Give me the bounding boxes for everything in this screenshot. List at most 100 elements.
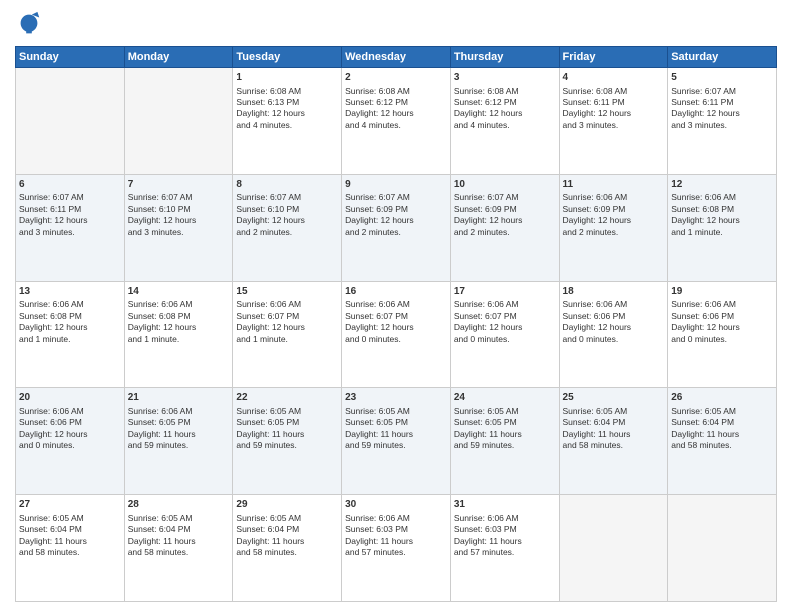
day-number: 15 — [236, 285, 338, 299]
day-info-line: Sunset: 6:07 PM — [345, 311, 447, 322]
day-info-line: Daylight: 12 hours — [671, 108, 773, 119]
day-info-line: Daylight: 12 hours — [454, 108, 556, 119]
day-number: 17 — [454, 285, 556, 299]
calendar-day-cell: 11Sunrise: 6:06 AMSunset: 6:09 PMDayligh… — [559, 174, 668, 281]
day-info-line: Sunrise: 6:06 AM — [671, 192, 773, 203]
day-info-line: Sunset: 6:07 PM — [236, 311, 338, 322]
calendar-day-cell: 21Sunrise: 6:06 AMSunset: 6:05 PMDayligh… — [124, 388, 233, 495]
day-info-line: Daylight: 12 hours — [19, 322, 121, 333]
day-info-line: and 58 minutes. — [236, 547, 338, 558]
day-info-line: and 0 minutes. — [671, 334, 773, 345]
page-header — [15, 10, 777, 38]
day-number: 1 — [236, 71, 338, 85]
day-info-line: and 1 minute. — [236, 334, 338, 345]
day-info-line: Sunrise: 6:05 AM — [454, 406, 556, 417]
day-info-line: Sunrise: 6:06 AM — [128, 406, 230, 417]
day-info-line: Sunrise: 6:06 AM — [563, 192, 665, 203]
calendar-day-cell: 23Sunrise: 6:05 AMSunset: 6:05 PMDayligh… — [342, 388, 451, 495]
calendar-day-cell: 22Sunrise: 6:05 AMSunset: 6:05 PMDayligh… — [233, 388, 342, 495]
day-info-line: and 0 minutes. — [563, 334, 665, 345]
day-info-line: and 58 minutes. — [19, 547, 121, 558]
day-info-line: Sunrise: 6:06 AM — [128, 299, 230, 310]
day-info-line: Daylight: 11 hours — [19, 536, 121, 547]
day-info-line: Sunset: 6:08 PM — [19, 311, 121, 322]
calendar-header-cell: Wednesday — [342, 47, 451, 68]
calendar-day-cell: 4Sunrise: 6:08 AMSunset: 6:11 PMDaylight… — [559, 68, 668, 175]
day-info-line: Sunset: 6:10 PM — [128, 204, 230, 215]
calendar-day-cell: 5Sunrise: 6:07 AMSunset: 6:11 PMDaylight… — [668, 68, 777, 175]
day-info-line: Daylight: 12 hours — [236, 215, 338, 226]
day-info-line: and 0 minutes. — [345, 334, 447, 345]
day-info-line: Sunrise: 6:06 AM — [345, 299, 447, 310]
day-info-line: Sunrise: 6:07 AM — [236, 192, 338, 203]
calendar-day-cell: 7Sunrise: 6:07 AMSunset: 6:10 PMDaylight… — [124, 174, 233, 281]
day-info-line: Daylight: 12 hours — [671, 215, 773, 226]
day-info-line: Sunrise: 6:05 AM — [345, 406, 447, 417]
day-info-line: Sunrise: 6:06 AM — [454, 299, 556, 310]
day-info-line: Daylight: 12 hours — [236, 322, 338, 333]
calendar-day-cell: 27Sunrise: 6:05 AMSunset: 6:04 PMDayligh… — [16, 495, 125, 602]
calendar-day-cell: 18Sunrise: 6:06 AMSunset: 6:06 PMDayligh… — [559, 281, 668, 388]
day-info-line: Sunrise: 6:06 AM — [19, 406, 121, 417]
calendar-week-row: 6 Sunrise: 6:07 AM Sunset: 6:11 PM Daylight… — [16, 174, 777, 281]
calendar-header-cell: Sunday — [16, 47, 125, 68]
calendar-week-row: 27Sunrise: 6:05 AMSunset: 6:04 PMDayligh… — [16, 495, 777, 602]
day-info-line: Daylight: 12 hours — [563, 215, 665, 226]
day-number: 27 — [19, 498, 121, 512]
day-number: 21 — [128, 391, 230, 405]
day-info-line: Daylight: 12 hours — [236, 108, 338, 119]
calendar-day-cell — [668, 495, 777, 602]
day-info-line: Daylight: 11 hours — [128, 429, 230, 440]
day-info-line: Sunset: 6:06 PM — [19, 417, 121, 428]
day-info-line: and 2 minutes. — [345, 227, 447, 238]
day-info-line: and 4 minutes. — [236, 120, 338, 131]
day-info-line: and 3 minutes. — [671, 120, 773, 131]
day-info-line: Daylight: 11 hours — [454, 429, 556, 440]
day-info-line: and 4 minutes. — [345, 120, 447, 131]
day-number: 18 — [563, 285, 665, 299]
day-info-line: Sunrise: 6:08 AM — [345, 86, 447, 97]
day-info-line: Daylight: 11 hours — [236, 536, 338, 547]
calendar-day-cell: 19Sunrise: 6:06 AMSunset: 6:06 PMDayligh… — [668, 281, 777, 388]
day-info-line: Sunset: 6:05 PM — [454, 417, 556, 428]
calendar-day-cell: 14Sunrise: 6:06 AMSunset: 6:08 PMDayligh… — [124, 281, 233, 388]
day-info-line: and 58 minutes. — [671, 440, 773, 451]
day-info-line: and 3 minutes. — [19, 227, 121, 238]
day-info-line: Daylight: 12 hours — [128, 215, 230, 226]
day-info-line: and 4 minutes. — [454, 120, 556, 131]
day-number: 24 — [454, 391, 556, 405]
day-number: 26 — [671, 391, 773, 405]
calendar-day-cell: 13Sunrise: 6:06 AMSunset: 6:08 PMDayligh… — [16, 281, 125, 388]
day-info-line: Sunset: 6:11 PM — [19, 204, 121, 215]
calendar-header-row: SundayMondayTuesdayWednesdayThursdayFrid… — [16, 47, 777, 68]
day-info-line: Sunset: 6:06 PM — [671, 311, 773, 322]
day-info-line: Daylight: 11 hours — [345, 429, 447, 440]
day-info-line: Sunset: 6:09 PM — [345, 204, 447, 215]
day-number: 28 — [128, 498, 230, 512]
day-number: 25 — [563, 391, 665, 405]
day-info-line: Daylight: 11 hours — [128, 536, 230, 547]
calendar-header-cell: Thursday — [450, 47, 559, 68]
day-number: 14 — [128, 285, 230, 299]
calendar-body: 1Sunrise: 6:08 AMSunset: 6:13 PMDaylight… — [16, 68, 777, 602]
day-info-line: and 1 minute. — [128, 334, 230, 345]
day-info-line: Sunset: 6:04 PM — [128, 524, 230, 535]
day-info-line: Daylight: 11 hours — [236, 429, 338, 440]
calendar-day-cell: 15Sunrise: 6:06 AMSunset: 6:07 PMDayligh… — [233, 281, 342, 388]
day-info-line: Sunset: 6:03 PM — [345, 524, 447, 535]
day-info-line: Sunrise: 6:06 AM — [563, 299, 665, 310]
day-info-line: Sunrise: 6:06 AM — [236, 299, 338, 310]
day-info-line: Sunset: 6:06 PM — [563, 311, 665, 322]
day-info-line: Sunset: 6:08 PM — [671, 204, 773, 215]
logo — [15, 10, 47, 38]
day-number: 6 — [19, 178, 121, 192]
day-info-line: Sunset: 6:05 PM — [236, 417, 338, 428]
day-info-line: Sunset: 6:07 PM — [454, 311, 556, 322]
calendar-day-cell: 17Sunrise: 6:06 AMSunset: 6:07 PMDayligh… — [450, 281, 559, 388]
day-info-line: Sunset: 6:04 PM — [19, 524, 121, 535]
calendar-header-cell: Friday — [559, 47, 668, 68]
calendar-day-cell: 30Sunrise: 6:06 AMSunset: 6:03 PMDayligh… — [342, 495, 451, 602]
day-info-line: Sunrise: 6:07 AM — [671, 86, 773, 97]
day-info-line: Sunrise: 6:06 AM — [454, 513, 556, 524]
day-info-line: Daylight: 12 hours — [345, 215, 447, 226]
